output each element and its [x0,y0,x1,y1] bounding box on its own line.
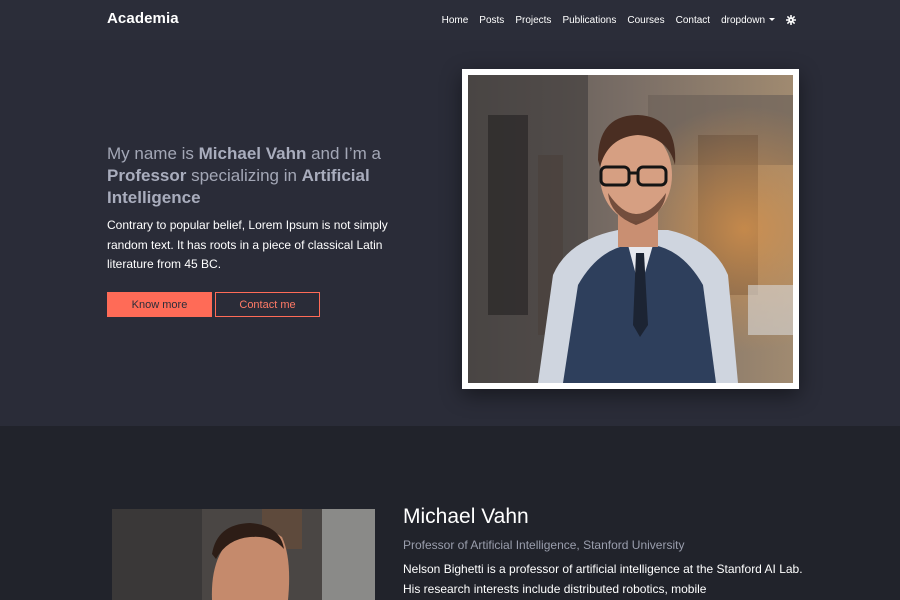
profile-photo [468,75,793,383]
about-bio: Nelson Bighetti is a professor of artifi… [403,562,803,596]
nav-link-contact[interactable]: Contact [676,15,710,26]
hero-name: Michael Vahn [198,144,307,163]
nav-link-posts[interactable]: Posts [479,15,504,26]
about-role: Professor of Artificial Intelligence, St… [403,538,685,552]
nav-dropdown-label: dropdown [721,14,765,26]
nav-links: Home Posts Projects Publications Courses… [442,0,796,40]
caret-down-icon [769,18,775,22]
hero-photo-frame [462,69,799,389]
contact-me-button[interactable]: Contact me [215,292,320,317]
know-more-button[interactable]: Know more [107,292,212,317]
gear-icon[interactable] [786,15,796,25]
about-photo [112,509,375,600]
hero-title-prefix: My name is [107,144,199,163]
hero-role: Professor [107,166,187,185]
hero-description: Contrary to popular belief, Lorem Ipsum … [107,218,388,271]
brand-logo[interactable]: Academia [107,10,179,27]
hero-title-mid: and I’m a [306,144,381,163]
nav-link-home[interactable]: Home [442,15,469,26]
nav-link-publications[interactable]: Publications [562,15,616,26]
hero-title-mid2: specializing in [186,166,302,185]
nav-link-courses[interactable]: Courses [627,15,664,26]
hero-title: My name is Michael Vahn and I’m a Profes… [107,143,407,209]
hero-section: My name is Michael Vahn and I’m a Profes… [0,40,900,426]
nav-link-projects[interactable]: Projects [515,15,551,26]
about-name: Michael Vahn [403,505,529,528]
top-navbar: Academia Home Posts Projects Publication… [0,0,900,40]
nav-dropdown[interactable]: dropdown [721,15,775,26]
about-section: Michael Vahn Professor of Artificial Int… [0,426,900,600]
